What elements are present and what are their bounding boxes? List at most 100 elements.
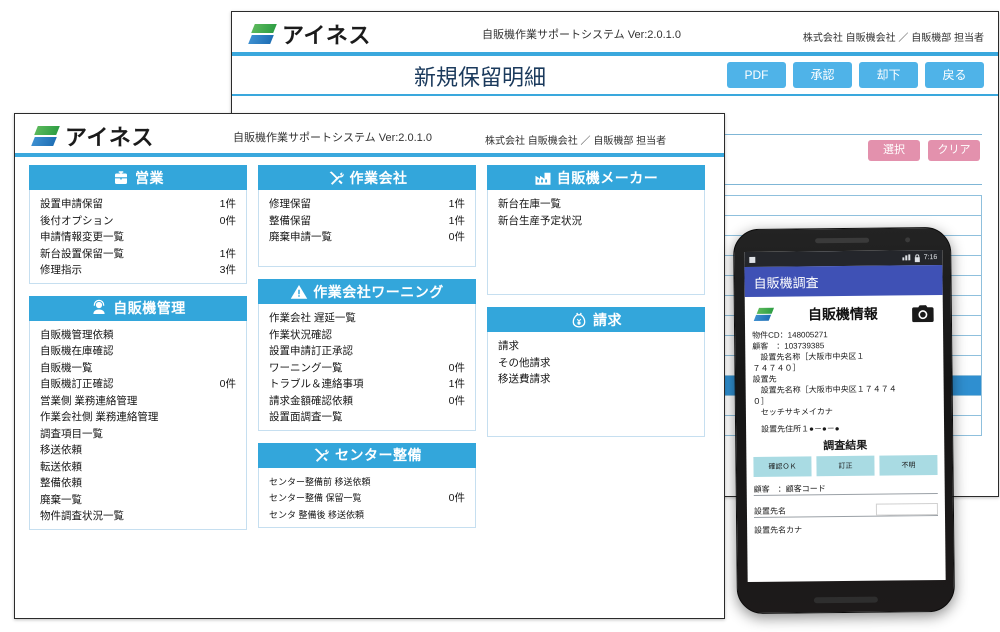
list-item[interactable]: 整備保留 1件: [269, 213, 467, 230]
list-item[interactable]: 自販機在庫確認: [40, 343, 238, 360]
reject-button[interactable]: 却下: [859, 62, 918, 88]
list-item[interactable]: 請求: [498, 338, 696, 355]
logo-text: アイネス: [65, 125, 154, 150]
list-item[interactable]: 申請情報変更一覧: [40, 229, 238, 246]
panel-body-work-company-warning: 作業会社 遅延一覧 作業状況確認 設置申請訂正承認 ワーニング一覧 0件 トラブル…: [258, 304, 476, 431]
list-item[interactable]: 修理指示 3件: [40, 262, 238, 279]
logo-mark-icon: [248, 21, 278, 47]
phone-app-bar: 自販機調査: [744, 264, 943, 298]
list-item-label: 作業状況確認: [269, 328, 332, 341]
pdf-button[interactable]: PDF: [727, 62, 786, 88]
list-item-label: センター整備前 移送依頼: [269, 476, 371, 487]
list-item[interactable]: 営業側 業務連絡管理: [40, 393, 238, 410]
panel-title: 自販機メーカー: [556, 169, 659, 186]
list-item[interactable]: 新台設置保留一覧 1件: [40, 246, 238, 263]
list-item[interactable]: 後付オプション 0件: [40, 213, 238, 230]
list-item-label: 請求: [498, 340, 519, 352]
list-item[interactable]: その他請求: [498, 355, 696, 372]
select-button[interactable]: 選択: [868, 140, 920, 161]
clear-button[interactable]: クリア: [928, 140, 980, 161]
panel-billing: 請求 請求 その他請求 移送費請求: [487, 307, 705, 437]
panel-body-vending-management: 自販機管理依頼 自販機在庫確認 自販機一覧 自販機訂正確認 0件 営業側 業務連絡…: [29, 320, 247, 530]
list-item-count: 1件: [219, 198, 236, 210]
status-time: 7:16: [923, 254, 938, 262]
panel-title: 作業会社: [349, 169, 408, 186]
list-item[interactable]: 廃棄申請一覧 0件: [269, 229, 467, 246]
list-item-label: 移送依頼: [40, 444, 82, 456]
list-item-label: 設置申請訂正承認: [269, 345, 353, 357]
warning-icon: [291, 284, 308, 299]
phone-speaker: [815, 237, 870, 244]
list-item[interactable]: 移送費請求: [498, 371, 696, 388]
list-item[interactable]: センター整備前 移送依頼: [269, 474, 467, 491]
dashboard-column-3: 自販機メーカー 新台在庫一覧 新台生産予定状況 請求 請求 その他請求 移送費請…: [487, 165, 705, 542]
back-window-header: アイネス 自販機作業サポートシステム Ver:2.0.1.0 株式会社 自販機会…: [232, 12, 998, 56]
dashboard-column-2: 作業会社 修理保留 1件 整備保留 1件 廃棄申請一覧 0件 作業会社ワーニング…: [258, 165, 476, 542]
list-item[interactable]: 設置申請保留 1件: [40, 196, 238, 213]
dashboard-window: アイネス 自販機作業サポートシステム Ver:2.0.1.0 株式会社 自販機会…: [14, 113, 725, 619]
approve-button[interactable]: 承認: [793, 62, 852, 88]
list-item-label: 移送費請求: [498, 373, 551, 385]
list-item-label: その他請求: [498, 356, 551, 369]
panel-title: 作業会社ワーニング: [313, 283, 444, 300]
list-item-label: 作業会社側 業務連絡管理: [40, 411, 159, 423]
field-label: 顧客 ：顧客コード: [753, 484, 826, 494]
list-item-label: 請求金額確認依頼: [269, 394, 353, 407]
system-title: 自販機作業サポートシステム Ver:2.0.1.0: [482, 29, 681, 41]
site-name-input[interactable]: [875, 503, 938, 516]
list-item[interactable]: 新台生産予定状況: [498, 213, 696, 230]
list-item-label: 設置面調査一覧: [269, 411, 343, 423]
unknown-button[interactable]: 不明: [879, 455, 938, 476]
panel-body-sales: 設置申請保留 1件 後付オプション 0件 申請情報変更一覧 新台設置保留一覧 1件 修…: [29, 190, 247, 284]
list-item[interactable]: トラブル＆連絡事項 1件: [269, 376, 467, 393]
list-item-count: 1件: [448, 198, 465, 210]
record-action-buttons: 選択 クリア: [868, 140, 980, 161]
list-item[interactable]: 整備依頼: [40, 475, 238, 492]
site-name-kana-field[interactable]: 設置先名カナ: [754, 521, 938, 536]
list-item[interactable]: 廃棄一覧: [40, 492, 238, 509]
site-name-field[interactable]: 設置先名: [753, 503, 939, 518]
customer-code-field[interactable]: 顧客 ：顧客コード: [753, 481, 938, 496]
list-item[interactable]: 物件調査状況一覧: [40, 508, 238, 525]
dashboard-header: アイネス 自販機作業サポートシステム Ver:2.0.1.0 株式会社 自販機会…: [15, 114, 724, 157]
list-item[interactable]: 設置面調査一覧: [269, 409, 467, 426]
list-item-label: 作業会社 遅延一覧: [269, 312, 356, 324]
list-item-count: 1件: [448, 214, 465, 227]
list-item-label: 整備保留: [269, 214, 311, 227]
camera-icon[interactable]: [912, 304, 934, 322]
confirm-ok-button[interactable]: 確認ＯＫ: [753, 456, 812, 477]
panel-header-work-company-warning: 作業会社ワーニング: [258, 279, 476, 304]
list-item[interactable]: 請求金額確認依頼 0件: [269, 393, 467, 410]
survey-result-buttons: 確認ＯＫ 訂正 不明: [753, 455, 938, 477]
panel-title: センター整備: [335, 447, 422, 463]
list-item-count: 0件: [219, 378, 236, 390]
list-item-count: 0件: [448, 231, 465, 243]
list-item[interactable]: センタ 整備後 移送依頼: [269, 507, 467, 524]
correct-button[interactable]: 訂正: [816, 455, 875, 477]
list-item[interactable]: 新台在庫一覧: [498, 196, 696, 213]
list-item[interactable]: 調査項目一覧: [40, 426, 238, 443]
panel-header-billing: 請求: [487, 307, 705, 332]
list-item[interactable]: 自販機訂正確認 0件: [40, 376, 238, 393]
list-item[interactable]: 作業会社側 業務連絡管理: [40, 409, 238, 426]
list-item[interactable]: 作業会社 遅延一覧: [269, 310, 467, 327]
list-item[interactable]: 自販機管理依頼: [40, 327, 238, 344]
list-item[interactable]: 自販機一覧: [40, 360, 238, 377]
list-item[interactable]: 修理保留 1件: [269, 196, 467, 213]
panel-header-vending-maker: 自販機メーカー: [487, 165, 705, 190]
phone-content: 自販機情報 物件CD：148005271 顧客 ：103739385 設置先名称…: [745, 295, 945, 536]
list-item[interactable]: 作業状況確認: [269, 327, 467, 344]
list-item[interactable]: 移送依頼: [40, 442, 238, 459]
list-item[interactable]: ワーニング一覧 0件: [269, 360, 467, 377]
back-button[interactable]: 戻る: [925, 62, 984, 88]
phone-screen: 7:16 自販機調査 自販機情報 物件CD：148005271 顧客 ：1037…: [744, 249, 946, 583]
list-item[interactable]: 設置申請訂正承認: [269, 343, 467, 360]
list-item[interactable]: センター整備 保留一覧 0件: [269, 490, 467, 507]
tools-icon: [314, 448, 329, 462]
list-item-count: 0件: [448, 361, 465, 374]
list-item[interactable]: 転送依頼: [40, 459, 238, 476]
signal-icon: [902, 254, 911, 261]
briefcase-icon: [115, 170, 127, 184]
user-headset-icon: [93, 299, 105, 314]
phone-front-camera-icon: [905, 237, 911, 243]
